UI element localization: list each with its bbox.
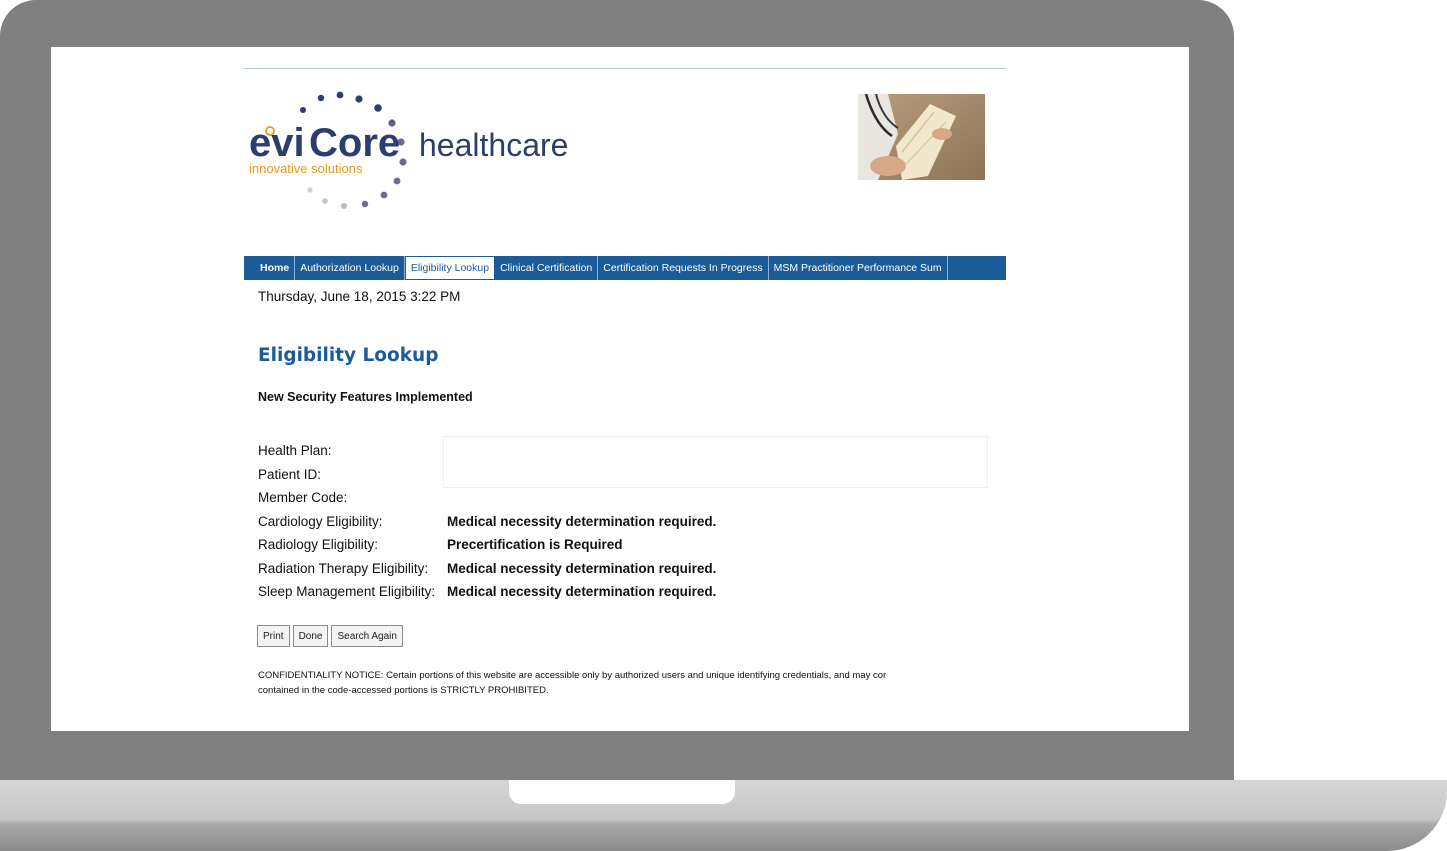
detail-label: Member Code: — [258, 490, 348, 506]
laptop-screen: evi Core innovative solutions healthcare — [51, 47, 1189, 731]
detail-value: Medical necessity determination required… — [447, 513, 717, 529]
evicore-logo: evi Core innovative solutions healthcare — [247, 74, 607, 214]
detail-row-patient-id: Patient ID: — [258, 463, 998, 487]
logo-healthcare: healthcare — [419, 127, 568, 163]
doctor-photo — [858, 93, 985, 180]
laptop-mockup: evi Core innovative solutions healthcare — [0, 0, 1447, 851]
detail-label: Radiation Therapy Eligibility: — [258, 560, 429, 576]
current-date-time: Thursday, June 18, 2015 3:22 PM — [258, 289, 461, 304]
nav-authorization-lookup[interactable]: Authorization Lookup — [295, 256, 405, 280]
detail-label: Sleep Management Eligibility: — [258, 584, 436, 600]
detail-row-radiology: Radiology Eligibility: Precertification … — [258, 533, 998, 557]
done-button[interactable]: Done — [292, 625, 329, 647]
nav-eligibility-lookup[interactable]: Eligibility Lookup — [404, 256, 496, 280]
eligibility-details: Health Plan: Patient ID: Member Code: Ca… — [258, 439, 998, 604]
nav-home[interactable]: Home — [244, 256, 296, 280]
detail-row-member-code: Member Code: — [258, 486, 998, 510]
print-button[interactable]: Print — [257, 625, 290, 647]
detail-row-cardiology: Cardiology Eligibility: Medical necessit… — [258, 510, 998, 534]
detail-label: Cardiology Eligibility: — [258, 513, 383, 529]
detail-value: Medical necessity determination required… — [447, 560, 717, 576]
nav-clinical-certification[interactable]: Clinical Certification — [495, 256, 599, 280]
nav-msm-practitioner-performance[interactable]: MSM Practitioner Performance Sum — [769, 256, 948, 280]
confidentiality-line-2: contained in the code-accessed portions … — [258, 685, 549, 696]
page-title: Eligibility Lookup — [258, 345, 439, 366]
detail-value: Precertification is Required — [447, 537, 623, 553]
nav-certification-requests[interactable]: Certification Requests In Progress — [598, 256, 769, 280]
top-rule — [244, 68, 1006, 69]
action-buttons: Print Done Search Again — [257, 625, 403, 647]
search-again-button[interactable]: Search Again — [331, 625, 403, 647]
detail-row-health-plan: Health Plan: — [258, 439, 998, 463]
main-nav: Home Authorization Lookup Eligibility Lo… — [244, 256, 1006, 280]
detail-label: Radiology Eligibility: — [258, 537, 379, 553]
detail-label: Patient ID: — [258, 466, 322, 482]
security-notice-heading: New Security Features Implemented — [258, 390, 473, 404]
detail-row-radiation-therapy: Radiation Therapy Eligibility: Medical n… — [258, 557, 998, 581]
detail-row-sleep-management: Sleep Management Eligibility: Medical ne… — [258, 580, 998, 604]
confidentiality-line-1: CONFIDENTIALITY NOTICE: Certain portions… — [258, 670, 887, 681]
detail-label: Health Plan: — [258, 443, 332, 459]
laptop-notch — [509, 780, 735, 804]
logo-wordmark-core: Core — [309, 121, 400, 165]
detail-value: Medical necessity determination required… — [447, 584, 717, 600]
confidentiality-notice: CONFIDENTIALITY NOTICE: Certain portions… — [258, 668, 1006, 698]
logo-tagline: innovative solutions — [249, 161, 363, 176]
logo-wordmark: evi — [249, 121, 305, 165]
evicore-page: evi Core innovative solutions healthcare — [244, 47, 1006, 731]
